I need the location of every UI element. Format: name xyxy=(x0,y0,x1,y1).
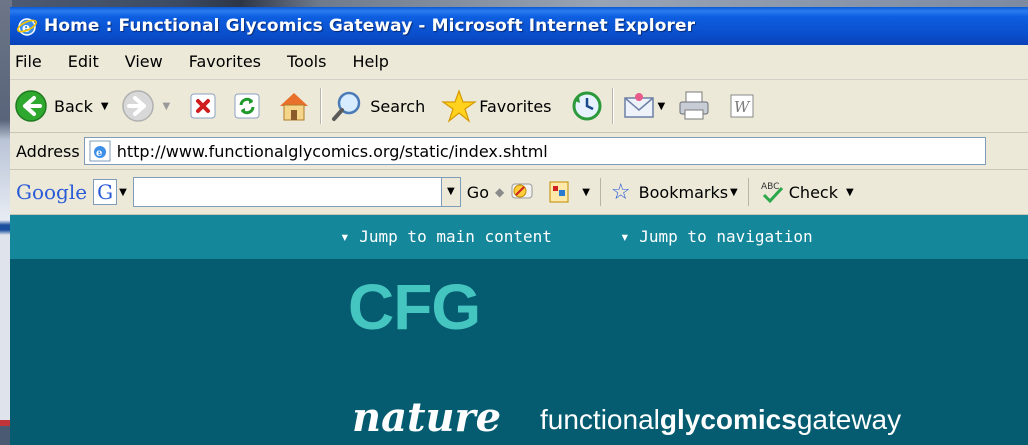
bookmarks-button[interactable]: Bookmarks xyxy=(639,183,728,202)
menu-file[interactable]: File xyxy=(10,45,55,79)
address-label: Address xyxy=(16,141,80,161)
browser-window: e Home : Functional Glycomics Gateway - … xyxy=(10,7,1028,445)
mail-envelope-icon xyxy=(623,93,654,118)
favorites-label: Favorites xyxy=(479,96,552,116)
address-input[interactable]: e http://www.functionalglycomics.org/sta… xyxy=(83,137,986,165)
google-logo[interactable]: Google xyxy=(16,180,87,204)
forward-button[interactable]: ▼ xyxy=(121,83,171,129)
print-button[interactable] xyxy=(677,83,713,129)
menu-favorites[interactable]: Favorites xyxy=(176,45,274,79)
title-bar[interactable]: e Home : Functional Glycomics Gateway - … xyxy=(10,7,1028,45)
check-button[interactable]: Check xyxy=(789,183,838,202)
back-button[interactable]: Back ▼ xyxy=(14,83,109,129)
favorites-button[interactable]: Favorites xyxy=(441,83,552,129)
svg-text:ABC: ABC xyxy=(761,182,779,192)
search-magnifier-icon xyxy=(332,91,361,121)
search-label: Search xyxy=(370,96,426,116)
jump-to-main-content-link[interactable]: ▾ Jump to main content xyxy=(340,227,552,246)
home-icon xyxy=(280,93,309,121)
search-history-dropdown-icon[interactable]: ▼ xyxy=(440,178,460,206)
internet-explorer-icon: e xyxy=(16,18,38,36)
stop-button[interactable] xyxy=(188,83,218,129)
web-page-content: ▾ Jump to main content ▾ Jump to navigat… xyxy=(10,215,1028,445)
google-separator xyxy=(747,178,749,206)
menu-edit[interactable]: Edit xyxy=(55,45,112,79)
forward-dropdown-icon[interactable]: ▼ xyxy=(163,101,171,112)
mail-button[interactable]: ▼ xyxy=(622,83,666,129)
history-clock-icon xyxy=(572,91,601,121)
autofill-dropdown-icon[interactable]: ▼ xyxy=(582,187,590,198)
address-url: http://www.functionalglycomics.org/stati… xyxy=(116,141,548,161)
functional-glycomics-gateway-wordmark: functionalglycomicsgateway xyxy=(540,404,902,435)
home-button[interactable] xyxy=(276,83,312,129)
address-bar: Address e http://www.functionalglycomics… xyxy=(10,133,1028,170)
bookmarks-dropdown-icon[interactable]: ▼ xyxy=(730,187,738,198)
nature-logo[interactable]: nature xyxy=(352,398,501,438)
menu-bar: File Edit View Favorites Tools Help xyxy=(10,45,1028,80)
skip-links-bar: ▾ Jump to main content ▾ Jump to navigat… xyxy=(10,215,1028,259)
stop-icon xyxy=(190,93,216,119)
popup-blocker-icon[interactable] xyxy=(508,178,538,206)
word-document-icon: W xyxy=(730,94,754,118)
mail-dropdown-icon[interactable]: ▼ xyxy=(658,101,666,112)
google-separator xyxy=(599,178,601,206)
jump-to-navigation-link[interactable]: ▾ Jump to navigation xyxy=(620,227,813,246)
menu-view[interactable]: View xyxy=(112,45,176,79)
back-arrow-icon xyxy=(15,90,47,122)
go-arrow-icon[interactable]: ◆ xyxy=(495,185,504,199)
google-go-button[interactable]: Go xyxy=(467,183,489,202)
google-toolbar: Google G ▼ ▼ Go ◆ ▼ ☆ Bookmarks ▼ ABC Ch… xyxy=(10,170,1028,215)
menu-tools[interactable]: Tools xyxy=(274,45,339,79)
printer-icon xyxy=(679,91,709,120)
bookmarks-star-icon: ☆ xyxy=(610,179,631,205)
check-dropdown-icon[interactable]: ▼ xyxy=(846,187,854,198)
refresh-button[interactable] xyxy=(232,83,262,129)
menu-help[interactable]: Help xyxy=(339,45,401,79)
favorites-star-icon xyxy=(441,89,478,123)
svg-text:e: e xyxy=(96,148,102,159)
toolbar-separator xyxy=(611,88,614,124)
refresh-icon xyxy=(234,93,260,119)
page-ie-icon: e xyxy=(89,140,111,162)
forward-arrow-icon xyxy=(121,90,154,122)
search-button[interactable]: Search xyxy=(330,83,425,129)
back-label: Back xyxy=(54,96,93,116)
cfg-logo[interactable]: CFG xyxy=(348,275,481,339)
spellcheck-icon: ABC xyxy=(761,182,783,204)
toolbar-separator xyxy=(320,88,323,124)
autofill-icon[interactable] xyxy=(544,178,574,206)
google-g-button[interactable]: G xyxy=(93,179,118,205)
window-title: Home : Functional Glycomics Gateway - Mi… xyxy=(44,16,696,36)
google-search-input[interactable]: ▼ xyxy=(132,177,461,207)
back-dropdown-icon[interactable]: ▼ xyxy=(101,101,109,112)
history-button[interactable] xyxy=(570,83,604,129)
svg-text:W: W xyxy=(734,98,751,116)
word-edit-button[interactable]: W xyxy=(729,83,755,129)
google-menu-dropdown-icon[interactable]: ▼ xyxy=(119,187,127,198)
standard-toolbar: Back ▼ ▼ Search Favorites ▼ W xyxy=(10,80,1028,133)
